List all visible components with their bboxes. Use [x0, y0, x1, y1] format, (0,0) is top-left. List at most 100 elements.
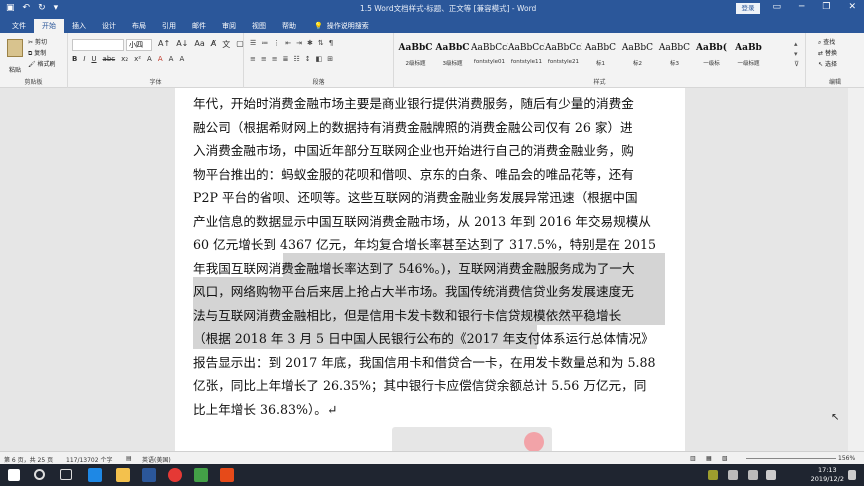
word-count[interactable]: 117/13702 个字	[66, 455, 112, 464]
shading-icon[interactable]: ◧	[316, 55, 323, 63]
style-item[interactable]: AaBbC 标1	[582, 37, 619, 73]
copy-button[interactable]: ⧉ 复制	[28, 48, 56, 59]
style-item[interactable]: AaBbC 2级标题	[397, 37, 434, 73]
chinese-layout-icon[interactable]: ✱	[307, 39, 313, 47]
shrink-font-icon[interactable]: A↓	[176, 39, 188, 50]
replace-button[interactable]: ⇄ 替换	[818, 48, 837, 59]
font-format-button[interactable]: B	[72, 55, 77, 63]
document-line[interactable]: 年代，开始时消费金融市场主要是商业银行提供消费服务，随后有少量的消费金	[193, 92, 665, 116]
style-item[interactable]: AaBbCcI fontstyle01	[471, 37, 508, 73]
font-format-button[interactable]: U	[91, 55, 96, 63]
search-icon[interactable]	[34, 469, 45, 480]
paste-button[interactable]: 粘贴	[6, 39, 24, 74]
style-item[interactable]: AaBbC 3级标题	[434, 37, 471, 73]
word-icon[interactable]	[142, 468, 156, 482]
document-line[interactable]: P2P 平台的省呗、还呗等。这些互联网的消费金融业务发展异常迅速（根据中国	[193, 186, 665, 210]
page-count[interactable]: 第 6 页，共 25 页	[4, 455, 53, 464]
customize-icon[interactable]: ▾	[54, 2, 59, 14]
format-painter-button[interactable]: 🖌 格式刷	[28, 59, 56, 70]
zoom-level[interactable]: 156%	[838, 455, 855, 462]
tab-6[interactable]: 邮件	[184, 19, 214, 33]
zoom-slider[interactable]	[746, 458, 836, 459]
decrease-indent-icon[interactable]: ⇤	[285, 39, 291, 47]
undo-icon[interactable]: ↶	[23, 2, 31, 14]
tab-2[interactable]: 插入	[64, 19, 94, 33]
numbering-icon[interactable]: ≔	[261, 39, 268, 47]
redo-icon[interactable]: ↻	[38, 2, 46, 14]
style-item[interactable]: AaBbC 标2	[619, 37, 656, 73]
document-line[interactable]: （根据 2018 年 3 月 5 日中国人民银行公布的《2017 年支付体系运行…	[193, 327, 665, 351]
style-item[interactable]: AaBbCcI fontstyle11	[508, 37, 545, 73]
font-format-button[interactable]: I	[83, 55, 85, 63]
find-button[interactable]: ⌕ 查找	[818, 37, 837, 48]
font-size-box[interactable]: 小四	[126, 39, 152, 51]
language[interactable]: 英语(美国)	[142, 455, 171, 464]
grow-font-icon[interactable]: A↑	[158, 39, 170, 50]
font-format-button[interactable]: x₂	[121, 55, 128, 63]
cut-button[interactable]: ✂ 剪切	[28, 37, 56, 48]
document-line[interactable]: 年我国互联网消费金融增长率达到了 546%。)，互联网消费金融服务成为了一大	[193, 257, 665, 281]
tell-me-search[interactable]: 💡 操作说明搜索	[304, 19, 369, 33]
camtasia-icon[interactable]	[194, 468, 208, 482]
maximize-icon[interactable]: ❐	[822, 2, 830, 12]
distributed-icon[interactable]: ☷	[294, 55, 300, 63]
task-view-icon[interactable]	[60, 469, 72, 480]
document-line[interactable]: 产业信息的数据显示中国互联网消费金融市场，从 2013 年到 2016 年交易规…	[193, 210, 665, 234]
document-line[interactable]: 风口，网络购物平台后来居上抢占大半市场。我国传统消费信贷业务发展速度无	[193, 280, 665, 304]
document-line[interactable]: 60 亿元增长到 4367 亿元，年均复合增长率甚至达到了 317.5%，特别是…	[193, 233, 665, 257]
tab-4[interactable]: 布局	[124, 19, 154, 33]
edge-icon[interactable]	[88, 468, 102, 482]
select-button[interactable]: ↖ 选择	[818, 59, 837, 70]
document-line[interactable]: 亿张，同比上年增长了 26.35%；其中银行卡应偿信贷余额总计 5.56 万亿元…	[193, 374, 665, 398]
align-center-icon[interactable]: ≡	[261, 55, 267, 63]
font-format-button[interactable]: abc	[103, 55, 116, 63]
show-marks-icon[interactable]: ¶	[329, 39, 333, 47]
bullets-icon[interactable]: ☰	[250, 39, 256, 47]
login-button[interactable]: 登录	[736, 3, 760, 14]
font-format-button[interactable]: A	[169, 55, 174, 63]
close-icon[interactable]: ✕	[848, 2, 856, 12]
vertical-scrollbar[interactable]	[848, 88, 864, 451]
increase-indent-icon[interactable]: ⇥	[296, 39, 302, 47]
document-line[interactable]: 法与互联网消费金融相比，但是信用卡发卡数和银行卡信贷规模依然平稳增长	[193, 304, 665, 328]
align-right-icon[interactable]: ≡	[272, 55, 278, 63]
tab-9[interactable]: 帮助	[274, 19, 304, 33]
document-line[interactable]: 融公司（根据希财网上的数据持有消费金融牌照的消费金融公司仅有 26 家）进	[193, 116, 665, 140]
tab-5[interactable]: 引用	[154, 19, 184, 33]
tray-icon[interactable]	[708, 470, 718, 480]
borders-icon[interactable]: ⊞	[327, 55, 333, 63]
document-line[interactable]: 入消费金融市场，中国近年部分互联网企业也开始进行自己的消费金融业务，购	[193, 139, 665, 163]
minimize-icon[interactable]: ─	[799, 2, 804, 12]
border-char-icon[interactable]: ▢	[236, 39, 244, 50]
app-icon[interactable]	[168, 468, 182, 482]
tab-1[interactable]: 开始	[34, 19, 64, 33]
font-format-button[interactable]: x²	[134, 55, 141, 63]
tab-7[interactable]: 审阅	[214, 19, 244, 33]
web-layout-icon[interactable]: ▧	[722, 455, 728, 462]
start-icon[interactable]	[8, 469, 20, 481]
volume-icon[interactable]	[766, 470, 776, 480]
multilevel-icon[interactable]: ⋮	[273, 39, 280, 47]
read-mode-icon[interactable]: ▥	[690, 455, 696, 462]
notification-icon[interactable]	[848, 470, 856, 480]
font-format-button[interactable]: A	[158, 55, 163, 63]
line-spacing-icon[interactable]: ↕	[305, 55, 311, 63]
document-page[interactable]: 年代，开始时消费金融市场主要是商业银行提供消费服务，随后有少量的消费金 融公司（根…	[175, 88, 685, 451]
tab-0[interactable]: 文件	[4, 19, 34, 33]
record-icon[interactable]	[524, 432, 544, 452]
sort-icon[interactable]: ⇅	[318, 39, 324, 47]
proofing-icon[interactable]: ▤	[126, 455, 132, 462]
tray-icon[interactable]	[748, 470, 758, 480]
styles-scroll[interactable]: ▴ ▾ ⊽	[794, 39, 799, 69]
style-item[interactable]: AaBb 一级标题	[730, 37, 767, 73]
phonetic-icon[interactable]: 文	[222, 39, 230, 50]
document-body[interactable]: 年代，开始时消费金融市场主要是商业银行提供消费服务，随后有少量的消费金 融公司（根…	[193, 92, 665, 421]
save-icon[interactable]: ▣	[6, 2, 15, 14]
print-layout-icon[interactable]: ▦	[706, 455, 712, 462]
font-format-button[interactable]: A	[179, 55, 184, 63]
justify-icon[interactable]: ≣	[283, 55, 289, 63]
font-format-button[interactable]: A	[147, 55, 152, 63]
document-line[interactable]: 报告显示出：到 2017 年底，我国信用卡和借贷合一卡，在用发卡数量总和为 5.…	[193, 351, 665, 375]
document-line[interactable]: 物平台推出的：蚂蚁金服的花呗和借呗、京东的白条、唯品会的唯品花等，还有	[193, 163, 665, 187]
recorder-icon[interactable]	[220, 468, 234, 482]
